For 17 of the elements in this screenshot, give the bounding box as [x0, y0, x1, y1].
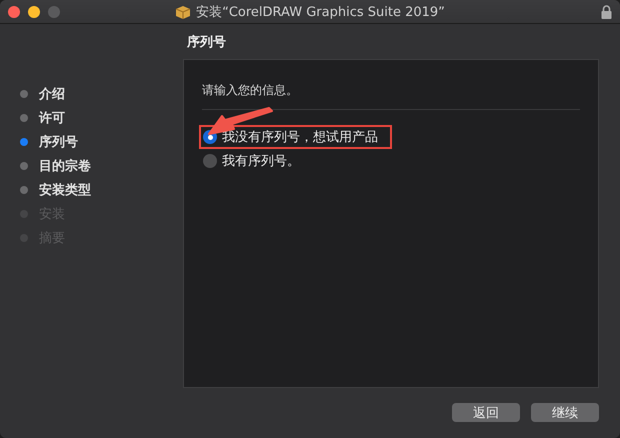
minimize-button[interactable]	[28, 6, 40, 18]
option-label: 我有序列号。	[222, 153, 300, 170]
close-button[interactable]	[8, 6, 20, 18]
step-label: 序列号	[39, 134, 78, 151]
radio-button[interactable]	[203, 154, 217, 168]
prompt-text: 请输入您的信息。	[202, 82, 580, 110]
step-label: 目的宗卷	[39, 158, 91, 175]
step-label: 许可	[39, 110, 65, 127]
section-heading: 序列号	[186, 34, 227, 52]
continue-button[interactable]: 继续	[531, 403, 599, 422]
package-icon	[175, 4, 192, 18]
radio-option[interactable]: 我有序列号。	[199, 149, 314, 173]
back-button[interactable]: 返回	[452, 403, 520, 422]
step-label: 安装类型	[39, 182, 91, 199]
window-title: 安装“CorelDRAW Graphics Suite 2019”	[196, 4, 445, 20]
step-label: 介绍	[39, 86, 65, 103]
option-label: 我没有序列号，想试用产品	[222, 129, 378, 146]
